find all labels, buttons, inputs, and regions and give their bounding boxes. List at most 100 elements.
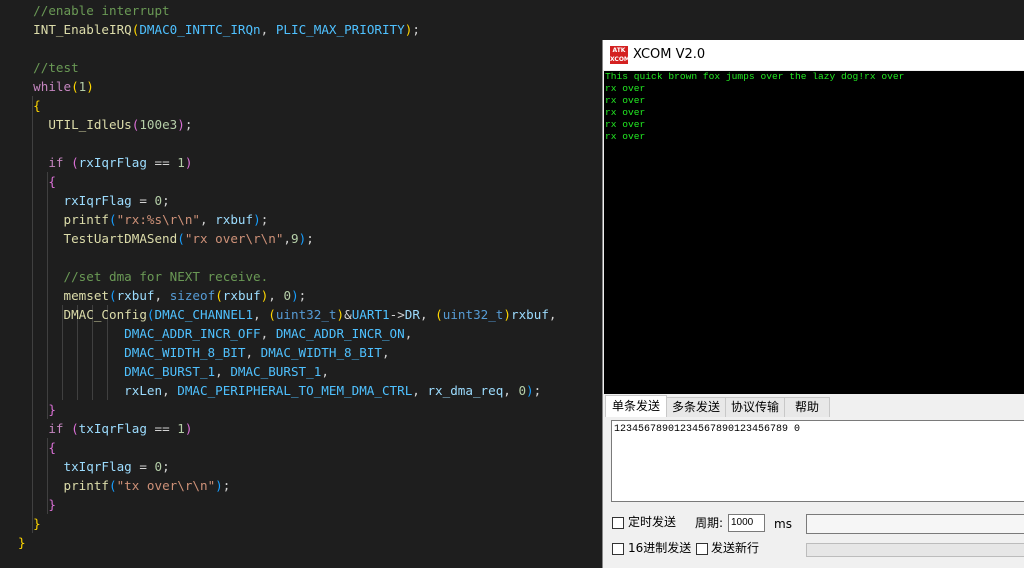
- code-token: TestUartDMASend: [18, 231, 178, 246]
- code-line[interactable]: DMAC_Config(DMAC_CHANNEL1, (uint32_t)&UA…: [18, 305, 556, 324]
- code-token: 100e3: [139, 117, 178, 132]
- code-line[interactable]: INT_EnableIRQ(DMAC0_INTTC_IRQn, PLIC_MAX…: [18, 20, 420, 39]
- code-token: "tx over\r\n": [116, 478, 216, 493]
- code-token: ,: [321, 364, 329, 379]
- code-token: ): [215, 478, 223, 493]
- code-token: DR: [404, 307, 420, 322]
- code-token: ,: [253, 307, 269, 322]
- code-token: =: [131, 459, 155, 474]
- tab-multi-send[interactable]: 多条发送: [666, 397, 726, 417]
- code-token: (: [215, 288, 223, 303]
- code-token: ,: [260, 326, 276, 341]
- code-token: DMAC_BURST_1: [18, 364, 216, 379]
- code-line[interactable]: }: [18, 400, 56, 419]
- code-line[interactable]: //enable interrupt: [18, 1, 170, 20]
- code-token: }: [18, 497, 56, 512]
- code-line[interactable]: if (rxIqrFlag == 1): [18, 153, 192, 172]
- code-token: DMAC_PERIPHERAL_TO_MEM_DMA_CTRL: [177, 383, 413, 398]
- code-token: ;: [184, 117, 193, 132]
- code-token: DMAC_Config: [18, 307, 147, 322]
- xcom-window[interactable]: ATK XCOM XCOM V2.0 This quick brown fox …: [602, 40, 1024, 568]
- receive-line: rx over: [605, 107, 646, 118]
- code-token: (: [71, 79, 79, 94]
- newline-checkbox[interactable]: [696, 543, 708, 555]
- code-token: {: [18, 440, 56, 455]
- code-token: ;: [162, 459, 170, 474]
- period-unit: ms: [774, 517, 792, 531]
- code-token: //set dma for NEXT receive.: [18, 269, 269, 284]
- code-line[interactable]: TestUartDMASend("rx over\r\n",9);: [18, 229, 314, 248]
- title-bar[interactable]: ATK XCOM XCOM V2.0: [603, 40, 1024, 70]
- code-line[interactable]: UTIL_IdleUs(100e3);: [18, 115, 192, 134]
- code-token: uint32_t: [442, 307, 504, 322]
- code-token: }: [18, 516, 41, 531]
- tab-single-send[interactable]: 单条发送: [605, 395, 667, 417]
- code-token: ): [291, 288, 299, 303]
- code-token: ==: [146, 155, 178, 170]
- code-token: ,: [404, 326, 413, 341]
- code-token: if: [18, 155, 72, 170]
- code-line[interactable]: }: [18, 533, 26, 552]
- code-line[interactable]: memset(rxbuf, sizeof(rxbuf), 0);: [18, 286, 306, 305]
- code-token: ;: [260, 212, 269, 227]
- code-token: uint32_t: [275, 307, 337, 322]
- code-line[interactable]: DMAC_BURST_1, DMAC_BURST_1,: [18, 362, 329, 381]
- code-token: (: [146, 307, 155, 322]
- code-token: ,: [283, 231, 291, 246]
- code-token: ;: [306, 231, 314, 246]
- code-line[interactable]: rxIqrFlag = 0;: [18, 191, 170, 210]
- receive-line: rx over: [605, 95, 646, 106]
- code-line[interactable]: //set dma for NEXT receive.: [18, 267, 268, 286]
- code-token: }: [18, 535, 26, 550]
- code-line[interactable]: {: [18, 172, 56, 191]
- code-token: ): [177, 117, 185, 132]
- atk-logo-icon: ATK XCOM: [610, 46, 628, 64]
- code-token: ,: [200, 212, 216, 227]
- code-token: PLIC_MAX_PRIORITY: [275, 22, 405, 37]
- code-token: 1: [177, 155, 185, 170]
- code-token: DMAC_WIDTH_8_BIT: [18, 345, 246, 360]
- code-token: ;: [412, 22, 420, 37]
- code-line[interactable]: printf("tx over\r\n");: [18, 476, 230, 495]
- period-input[interactable]: 1000: [728, 514, 765, 532]
- tab-protocol[interactable]: 协议传输: [725, 397, 785, 417]
- code-line[interactable]: rxLen, DMAC_PERIPHERAL_TO_MEM_DMA_CTRL, …: [18, 381, 541, 400]
- code-token: rxIqrFlag: [78, 155, 147, 170]
- code-token: ,: [381, 345, 390, 360]
- receive-line: rx over: [605, 83, 646, 94]
- code-line[interactable]: {: [18, 96, 41, 115]
- period-label: 周期:: [695, 516, 724, 530]
- send-input[interactable]: 12345678901234567890123456789 0: [611, 420, 1024, 502]
- tab-help[interactable]: 帮助: [784, 397, 830, 417]
- code-line[interactable]: printf("rx:%s\r\n", rxbuf);: [18, 210, 268, 229]
- code-token: txIqrFlag: [78, 421, 147, 436]
- code-token: ;: [298, 288, 307, 303]
- send-tabs: 单条发送 多条发送 协议传输 帮助: [603, 395, 1024, 417]
- code-token: 1: [177, 421, 185, 436]
- receive-line: rx over: [605, 131, 646, 142]
- code-line[interactable]: while(1): [18, 77, 94, 96]
- timed-send-checkbox[interactable]: [612, 517, 624, 529]
- code-line[interactable]: }: [18, 514, 41, 533]
- code-token: ,: [162, 383, 178, 398]
- code-line[interactable]: txIqrFlag = 0;: [18, 457, 170, 476]
- hex-send-checkbox[interactable]: [612, 543, 624, 555]
- code-token: ): [336, 307, 345, 322]
- code-token: ,: [419, 307, 436, 322]
- code-token: (: [177, 231, 185, 246]
- code-token: DMAC_ADDR_INCR_ON: [275, 326, 405, 341]
- code-line[interactable]: //test: [18, 58, 79, 77]
- code-line[interactable]: if (txIqrFlag == 1): [18, 419, 192, 438]
- code-line[interactable]: DMAC_WIDTH_8_BIT, DMAC_WIDTH_8_BIT,: [18, 343, 390, 362]
- code-token: ): [253, 212, 261, 227]
- code-line[interactable]: }: [18, 495, 56, 514]
- receive-area[interactable]: This quick brown fox jumps over the lazy…: [604, 71, 1024, 394]
- code-line[interactable]: DMAC_ADDR_INCR_OFF, DMAC_ADDR_INCR_ON,: [18, 324, 412, 343]
- code-line[interactable]: {: [18, 438, 56, 457]
- send-history-combo[interactable]: [806, 514, 1024, 534]
- code-token: //enable interrupt: [18, 3, 170, 18]
- code-token: ;: [162, 193, 170, 208]
- code-token: printf: [18, 212, 109, 227]
- code-token: ): [526, 383, 534, 398]
- code-token: ,: [412, 383, 428, 398]
